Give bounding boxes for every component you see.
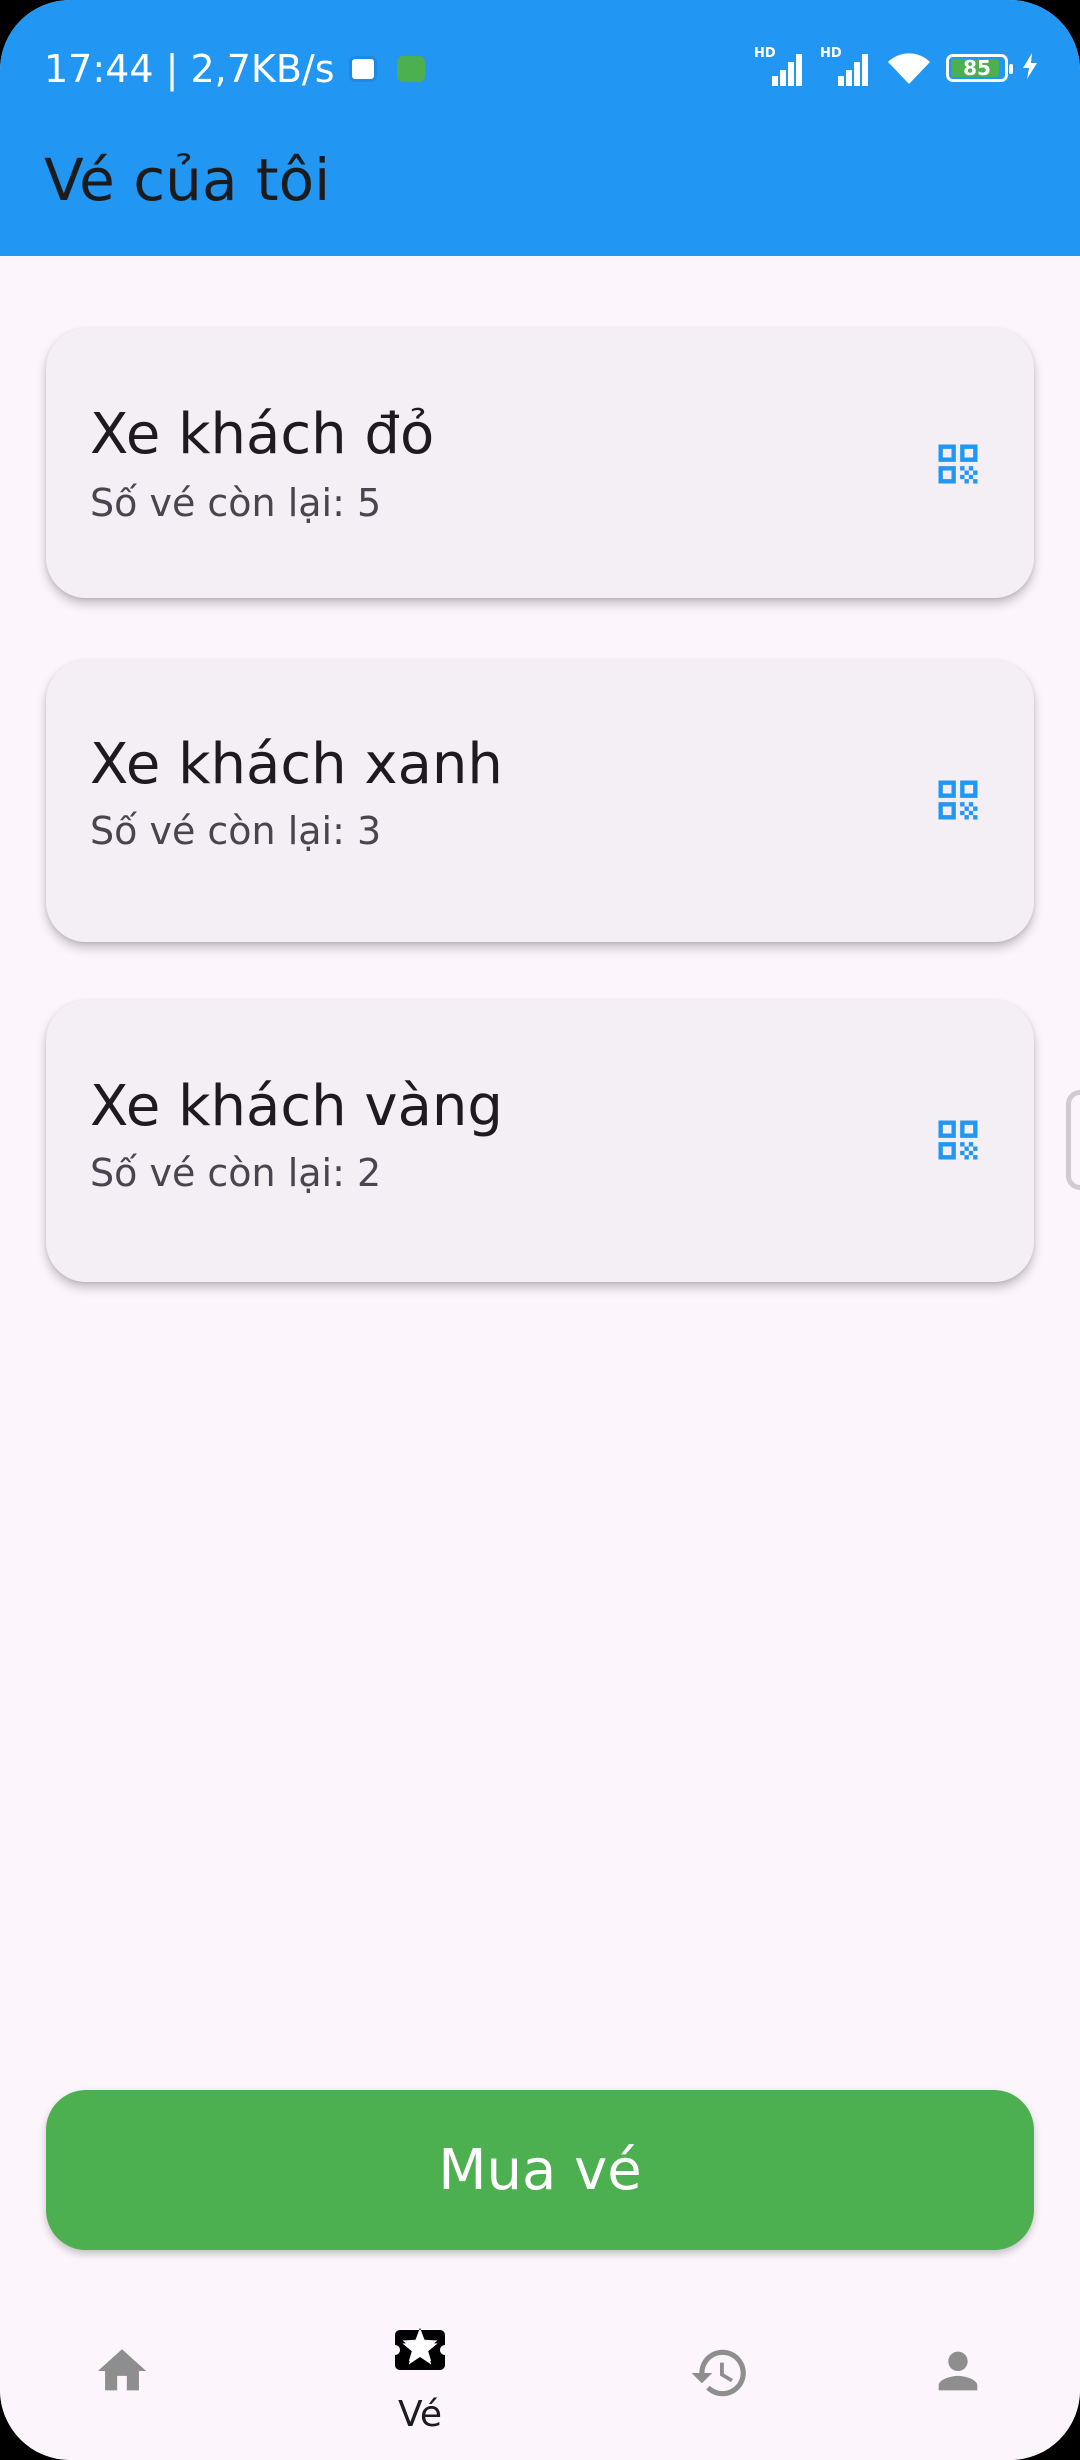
buy-ticket-button[interactable]: Mua vé [46,2090,1034,2250]
bottom-navigation: Vé [0,2292,1080,2460]
signal-icon: HD [820,46,872,86]
ticket-name: Xe khách đỏ [90,402,435,467]
wifi-icon [886,50,932,86]
qr-code-icon[interactable] [932,774,984,826]
ticket-remaining: Số vé còn lại: 5 [90,481,382,525]
ticket-name: Xe khách xanh [90,732,503,797]
history-icon [691,2349,746,2397]
nav-home[interactable] [22,2292,222,2460]
ticket-remaining: Số vé còn lại: 3 [90,809,382,853]
page-title: Vé của tôi [44,146,331,214]
ticket-card-yellow[interactable]: Xe khách vàng Số vé còn lại: 2 [46,1000,1034,1282]
status-bar-left: 17:44 | 2,7KB/s [44,42,425,96]
nav-history[interactable] [620,2292,820,2460]
ticket-card-blue[interactable]: Xe khách xanh Số vé còn lại: 3 [46,660,1034,942]
app-header: 17:44 | 2,7KB/s HD HD 85 Vé của tôi [0,0,1080,256]
ticket-name: Xe khách vàng [90,1074,503,1139]
zalo-notification-icon [348,56,377,82]
home-icon [97,2349,147,2391]
nav-tickets[interactable]: Vé [320,2292,520,2460]
battery-icon: 85 [946,54,1013,82]
nav-label: Vé [398,2394,442,2435]
qr-code-icon[interactable] [932,438,984,490]
phone-screen: 17:44 | 2,7KB/s HD HD 85 Vé của tôi Xe k… [0,0,1080,2460]
nav-profile[interactable] [858,2292,1058,2460]
status-time-speed: 17:44 | 2,7KB/s [44,47,335,91]
status-bar-right: HD HD 85 [754,46,1038,88]
edge-gesture-handle[interactable] [1066,1090,1080,1190]
ticket-card-red[interactable]: Xe khách đỏ Số vé còn lại: 5 [46,328,1034,598]
signal-icon: HD [754,46,806,86]
qr-code-icon[interactable] [932,1114,984,1166]
charging-icon [1022,53,1038,83]
app-notification-icon [396,56,425,82]
person-icon [938,2351,978,2391]
ticket-remaining: Số vé còn lại: 2 [90,1151,382,1195]
ticket-icon [395,2327,445,2370]
